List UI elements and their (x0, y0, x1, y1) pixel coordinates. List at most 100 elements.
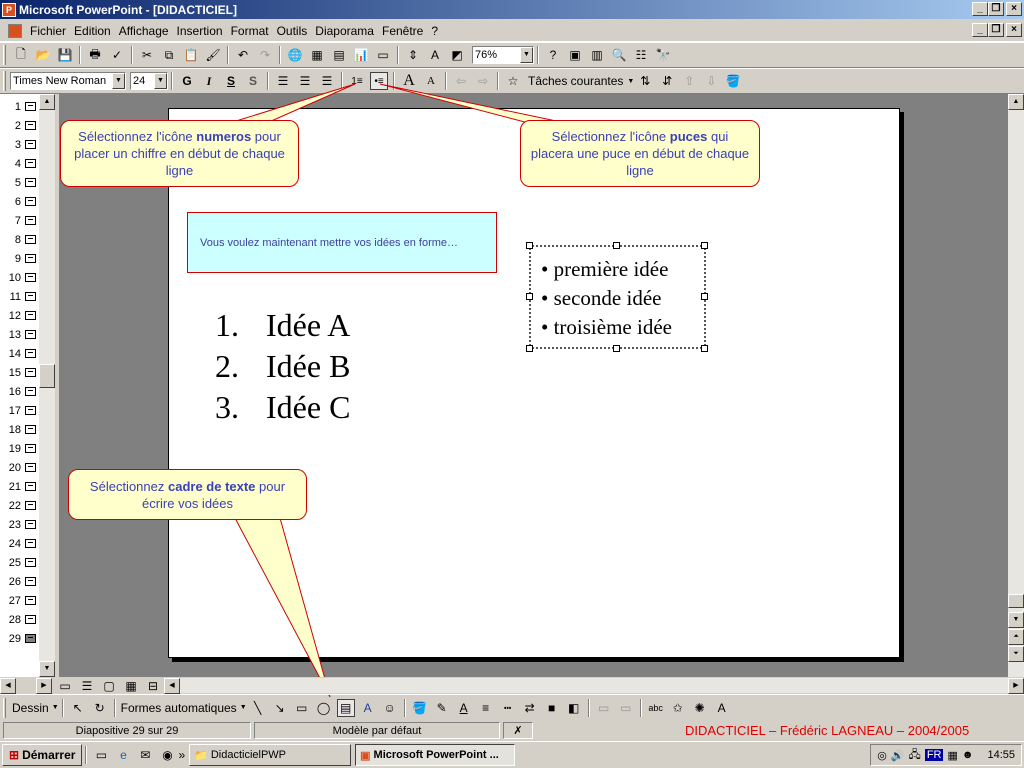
windows-logo-icon: ⊞ (9, 748, 20, 762)
task-label: Microsoft PowerPoint ... (373, 749, 499, 761)
task-label: DidacticielPWP (210, 749, 287, 761)
status-slide-count: Diapositive 29 sur 29 (3, 722, 251, 739)
clipart-icon[interactable]: ☺ (381, 699, 399, 717)
task-didacticiel[interactable]: 📁 DidacticielPWP (189, 744, 352, 766)
scroll-left-icon[interactable]: ◀ (164, 677, 180, 694)
ie-icon[interactable]: e (114, 746, 132, 764)
numbered-list[interactable]: 1. Idée A 2. Idée B 3. Idée C (215, 305, 350, 428)
callout-cadre-texte: Sélectionnez cadre de texte pour écrire … (68, 469, 307, 520)
list-text: Idée A (266, 307, 351, 343)
chevron-down-icon[interactable]: ▼ (52, 704, 59, 711)
resize-handle[interactable] (526, 293, 533, 300)
powerpoint-icon: ▣ (360, 749, 371, 762)
scroll-right-icon[interactable]: ▶ (1008, 677, 1024, 694)
sparkle-icon[interactable]: ✺ (691, 699, 709, 717)
disabled-tool-icon[interactable]: ▭ (617, 699, 635, 717)
outline-view-icon[interactable]: ☰ (78, 677, 96, 695)
3d-icon[interactable]: ◧ (565, 699, 583, 717)
toolbar-grip[interactable] (3, 697, 6, 718)
bulleted-textbox[interactable]: • première idée • seconde idée • troisiè… (529, 245, 706, 349)
tray-icon[interactable]: ☻ (962, 749, 974, 761)
more-icon[interactable]: » (178, 748, 185, 762)
list-item: 3. Idée C (215, 387, 350, 428)
start-label: Démarrer (22, 748, 76, 762)
autoshapes-menu[interactable]: Formes automatiques (121, 701, 237, 715)
list-number: 2. (215, 348, 239, 384)
wordart-icon[interactable]: A (359, 699, 377, 717)
system-tray: ◎ 🔊 🖧 FR ▦ ☻ 14:55 (870, 744, 1022, 766)
arrow-style-icon[interactable]: ⇄ (521, 699, 539, 717)
resize-handle[interactable] (613, 345, 620, 352)
callout-puces: Sélectionnez l'icône puces qui placera u… (520, 120, 760, 187)
note-box[interactable]: Vous voulez maintenant mettre vos idées … (187, 212, 497, 273)
separator (403, 698, 406, 717)
animation-text-icon[interactable]: A (713, 699, 731, 717)
callout-bold: numeros (196, 129, 252, 144)
desktop-icon[interactable]: ▭ (92, 746, 110, 764)
drawing-toolbar: Dessin ▼ ↖ ↻ Formes automatiques ▼ ╲ ↘ ▭… (0, 694, 1024, 720)
separator (85, 746, 88, 764)
callout-bold: cadre de texte (167, 478, 256, 494)
dash-style-icon[interactable]: ┅ (499, 699, 517, 717)
note-text: Vous voulez maintenant mettre vos idées … (200, 236, 459, 249)
sorter-view-icon[interactable]: ▦ (122, 677, 140, 695)
volume-icon[interactable]: 🔊 (891, 749, 905, 762)
scroll-right-icon[interactable]: ▶ (36, 677, 52, 694)
resize-handle[interactable] (701, 293, 708, 300)
outlook-icon[interactable]: ✉ (136, 746, 154, 764)
list-item: 2. Idée B (215, 346, 350, 387)
list-text: Idée B (266, 348, 351, 384)
list-number: 1. (215, 307, 239, 343)
language-indicator[interactable]: FR (924, 749, 944, 761)
rectangle-icon[interactable]: ▭ (293, 699, 311, 717)
callout-text: Sélectionnez (89, 478, 168, 494)
resize-handle[interactable] (526, 345, 533, 352)
arrow-icon[interactable]: ↘ (271, 699, 289, 717)
bullet-item: • seconde idée (541, 286, 662, 310)
resize-handle[interactable] (526, 242, 533, 249)
disabled-tool-icon[interactable]: ▭ (595, 699, 613, 717)
line-icon[interactable]: ╲ (249, 699, 267, 717)
font-color-icon[interactable]: A (455, 699, 473, 717)
select-pointer-icon[interactable]: ↖ (69, 699, 87, 717)
resize-handle[interactable] (701, 242, 708, 249)
scroll-left-icon[interactable]: ◀ (0, 677, 16, 694)
bullet-item: • troisième idée (541, 315, 672, 339)
fill-color-icon[interactable]: 🪣 (411, 699, 429, 717)
resize-handle[interactable] (701, 345, 708, 352)
line-color-icon[interactable]: ✎ (433, 699, 451, 717)
tray-icon[interactable]: ◎ (877, 749, 887, 762)
hscroll-track[interactable] (180, 678, 1008, 693)
start-button[interactable]: ⊞ Démarrer (2, 744, 83, 766)
list-item: 1. Idée A (215, 305, 350, 346)
draw-menu[interactable]: Dessin (12, 701, 49, 715)
status-design: Modèle par défaut (254, 722, 500, 739)
view-scroll-row: ◀ ▶ ▭ ☰ ▢ ▦ ⊟ ◀ ▶ (0, 677, 1024, 694)
pointer-cadre (234, 517, 331, 698)
separator (639, 698, 642, 717)
chevron-down-icon[interactable]: ▼ (240, 704, 247, 711)
callout-text: Sélectionnez l'icône (551, 129, 670, 144)
taskbar: ⊞ Démarrer ▭ e ✉ ◉ » 📁 DidacticielPWP ▣ Mic… (0, 741, 1024, 768)
callout-numeros: Sélectionnez l'icône numeros pour placer… (60, 120, 299, 187)
callout-text: Sélectionnez l'icône (78, 129, 197, 144)
slideshow-view-icon[interactable]: ⊟ (144, 677, 162, 695)
folder-icon: 📁 (194, 749, 208, 762)
resize-handle[interactable] (613, 242, 620, 249)
callout-pointers (219, 83, 581, 698)
media-icon[interactable]: ◉ (158, 746, 176, 764)
network-icon[interactable]: 🖧 (909, 746, 921, 765)
normal-view-icon[interactable]: ▭ (56, 677, 74, 695)
oval-icon[interactable]: ◯ (315, 699, 333, 717)
shadow-icon[interactable]: ■ (543, 699, 561, 717)
abc-icon[interactable]: abc (647, 699, 665, 717)
star-icon[interactable]: ✩ (669, 699, 687, 717)
tray-icon[interactable]: ▦ (947, 749, 957, 762)
free-rotate-icon[interactable]: ↻ (91, 699, 109, 717)
callout-bold: puces (669, 129, 708, 144)
text-box-icon[interactable]: ▤ (336, 698, 355, 717)
spelling-status-icon[interactable]: ✗ (503, 722, 533, 739)
slide-view-icon[interactable]: ▢ (100, 677, 118, 695)
line-style-icon[interactable]: ≡ (477, 699, 495, 717)
task-powerpoint[interactable]: ▣ Microsoft PowerPoint ... (355, 744, 516, 766)
